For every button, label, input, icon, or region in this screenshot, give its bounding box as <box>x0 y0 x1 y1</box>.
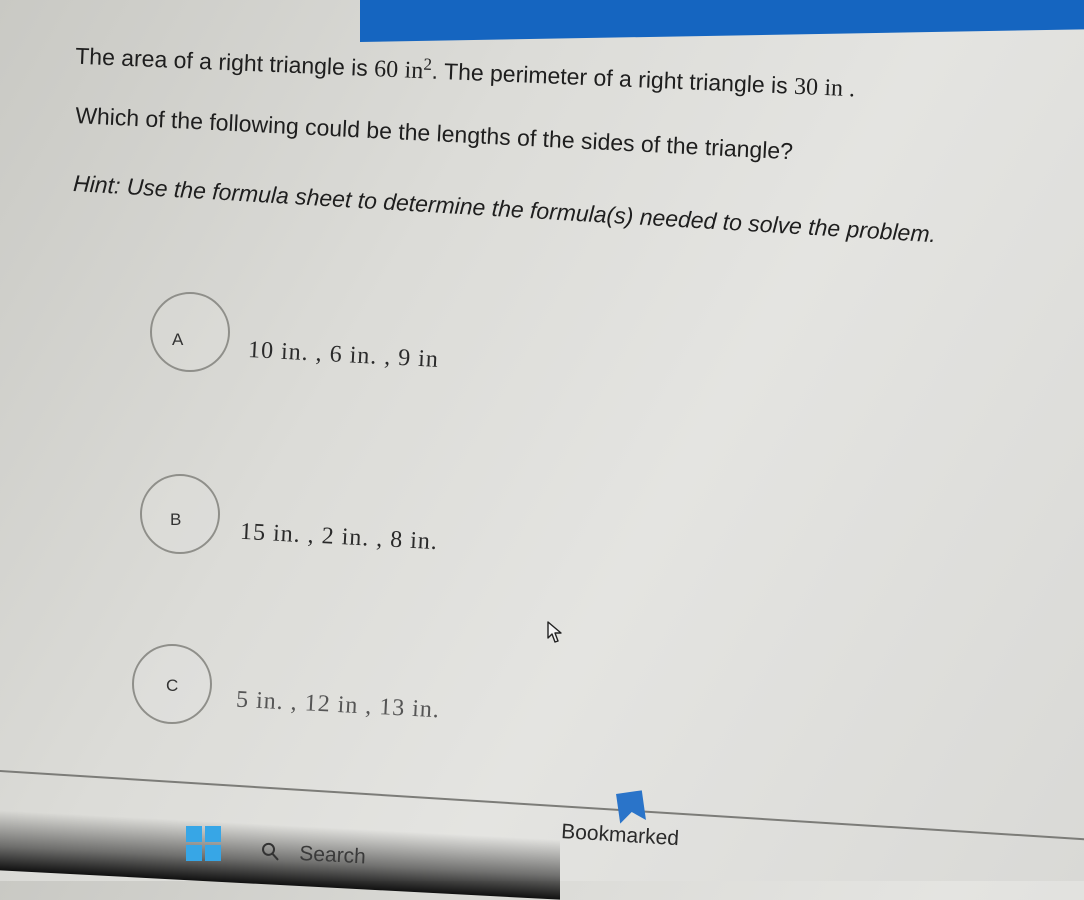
question-hint: Hint: Use the formula sheet to determine… <box>72 170 936 248</box>
choice-a[interactable]: A 10 in. , 6 in. , 9 in <box>0 288 1084 408</box>
area-unit: in <box>404 57 424 85</box>
choice-b-letter: B <box>170 510 182 529</box>
windows-start-icon[interactable] <box>186 826 222 862</box>
search-label: Search <box>298 841 367 869</box>
question-area-text: The area of a right triangle is <box>74 42 369 81</box>
question-line-1: The area of a right triangle is 60 in2. … <box>75 40 856 103</box>
question-line-2: Which of the following could be the leng… <box>75 102 794 165</box>
choice-b-text: 15 in. , 2 in. , 8 in. <box>239 518 439 556</box>
taskbar-edge <box>0 810 560 900</box>
mouse-cursor-icon <box>547 621 562 643</box>
question-perimeter-text: . The perimeter of a right triangle is <box>431 57 789 99</box>
choice-a-bubble[interactable] <box>150 292 230 372</box>
choice-c-text: 5 in. , 12 in , 13 in. <box>235 686 441 724</box>
question-prompt: Which of the following could be the leng… <box>74 102 794 165</box>
bookmark-label: Bookmarked <box>560 820 680 851</box>
choice-c-letter: C <box>166 676 179 695</box>
perimeter-value: 30 <box>793 73 819 101</box>
bookmark-icon <box>616 790 646 824</box>
perimeter-unit: in . <box>823 75 856 103</box>
bookmark-toggle[interactable]: Bookmarked <box>560 790 710 870</box>
choice-a-text: 10 in. , 6 in. , 9 in <box>247 337 440 373</box>
choice-a-letter: A <box>172 330 184 349</box>
hint-text: Hint: Use the formula sheet to determine… <box>72 170 937 248</box>
question-panel: The area of a right triangle is 60 in2. … <box>0 0 1084 900</box>
choice-c[interactable]: C 5 in. , 12 in , 13 in. <box>0 640 1084 760</box>
search-icon <box>262 842 279 861</box>
choice-b[interactable]: B 15 in. , 2 in. , 8 in. <box>0 468 1084 588</box>
area-value: 60 <box>373 56 399 84</box>
